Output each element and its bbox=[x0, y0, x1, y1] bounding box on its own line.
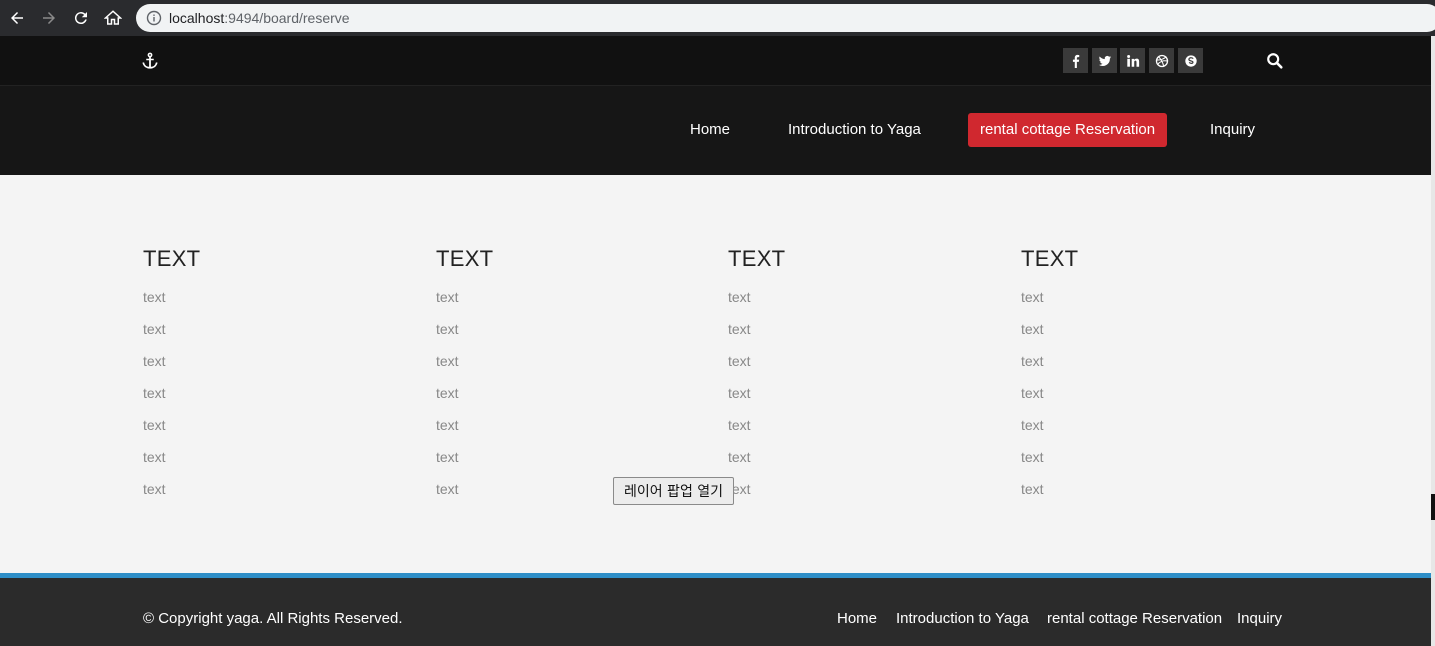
footer-link-home[interactable]: Home bbox=[837, 610, 877, 627]
list-item[interactable]: text bbox=[436, 441, 716, 473]
column-list: text text text text text text text bbox=[436, 281, 716, 505]
dribbble-icon[interactable] bbox=[1149, 48, 1174, 73]
home-button[interactable] bbox=[101, 6, 125, 30]
home-icon bbox=[104, 10, 122, 25]
url-text: localhost:9494/board/reserve bbox=[169, 10, 350, 26]
skype-icon[interactable] bbox=[1178, 48, 1203, 73]
column-title: TEXT bbox=[143, 246, 201, 271]
column-list: text text text text text text text bbox=[728, 281, 1008, 505]
scrollbar-edge bbox=[1431, 36, 1435, 646]
main-header: Home Introduction to Yaga rental cottage… bbox=[0, 86, 1431, 175]
list-item[interactable]: text bbox=[728, 313, 1008, 345]
facebook-icon[interactable] bbox=[1063, 48, 1088, 73]
edge-marker bbox=[1431, 494, 1435, 520]
url-host: localhost bbox=[169, 10, 225, 26]
back-button[interactable] bbox=[5, 6, 29, 30]
list-item[interactable]: text bbox=[1021, 313, 1301, 345]
list-item[interactable]: text bbox=[728, 473, 1008, 505]
arrow-right-icon bbox=[43, 12, 55, 24]
list-item[interactable]: text bbox=[1021, 345, 1301, 377]
list-item[interactable]: text bbox=[143, 377, 423, 409]
list-item[interactable]: text bbox=[1021, 441, 1301, 473]
column-title: TEXT bbox=[436, 246, 494, 271]
list-item[interactable]: text bbox=[143, 345, 423, 377]
nav-item-home[interactable]: Home bbox=[690, 113, 730, 147]
nav-item-reservation[interactable]: rental cottage Reservation bbox=[968, 113, 1168, 147]
forward-button[interactable] bbox=[37, 6, 61, 30]
list-item[interactable]: text bbox=[728, 441, 1008, 473]
footer: © Copyright yaga. All Rights Reserved. H… bbox=[0, 578, 1431, 646]
text-column: TEXT text text text text text text text bbox=[143, 245, 423, 505]
list-item[interactable]: text bbox=[143, 441, 423, 473]
list-item[interactable]: text bbox=[143, 281, 423, 313]
list-item[interactable]: text bbox=[143, 409, 423, 441]
list-item[interactable]: text bbox=[436, 377, 716, 409]
list-item[interactable]: text bbox=[143, 313, 423, 345]
list-item[interactable]: text bbox=[1021, 281, 1301, 313]
open-layer-popup-button[interactable]: 레이어 팝업 열기 bbox=[613, 477, 734, 505]
list-item[interactable]: text bbox=[728, 345, 1008, 377]
browser-toolbar: localhost:9494/board/reserve bbox=[0, 0, 1435, 36]
column-list: text text text text text text text bbox=[1021, 281, 1301, 505]
footer-link-introduction[interactable]: Introduction to Yaga bbox=[896, 610, 1029, 627]
reload-button[interactable] bbox=[69, 6, 93, 30]
footer-link-inquiry[interactable]: Inquiry bbox=[1237, 610, 1282, 627]
copyright-text: © Copyright yaga. All Rights Reserved. bbox=[143, 610, 403, 627]
list-item[interactable]: text bbox=[728, 281, 1008, 313]
list-item[interactable]: text bbox=[436, 345, 716, 377]
list-item[interactable]: text bbox=[143, 473, 423, 505]
footer-link-reservation[interactable]: rental cottage Reservation bbox=[1047, 610, 1222, 627]
list-item[interactable]: text bbox=[436, 281, 716, 313]
list-item[interactable]: text bbox=[728, 377, 1008, 409]
text-column: TEXT text text text text text text text bbox=[728, 245, 1008, 505]
text-column: TEXT text text text text text text text bbox=[436, 245, 716, 505]
column-title: TEXT bbox=[1021, 246, 1079, 271]
list-item[interactable]: text bbox=[1021, 377, 1301, 409]
column-list: text text text text text text text bbox=[143, 281, 423, 505]
main-content: TEXT text text text text text text text … bbox=[0, 175, 1431, 573]
twitter-icon[interactable] bbox=[1092, 48, 1117, 73]
nav-item-introduction[interactable]: Introduction to Yaga bbox=[788, 113, 921, 147]
url-path: :9494/board/reserve bbox=[224, 10, 350, 26]
search-icon[interactable] bbox=[1266, 52, 1284, 70]
list-item[interactable]: text bbox=[1021, 409, 1301, 441]
linkedin-icon[interactable] bbox=[1120, 48, 1145, 73]
list-item[interactable]: text bbox=[728, 409, 1008, 441]
list-item[interactable]: text bbox=[1021, 473, 1301, 505]
site-topbar bbox=[0, 36, 1431, 86]
arrow-left-icon bbox=[11, 12, 23, 24]
text-column: TEXT text text text text text text text bbox=[1021, 245, 1301, 505]
address-bar[interactable]: localhost:9494/board/reserve bbox=[136, 4, 1435, 32]
nav-item-inquiry[interactable]: Inquiry bbox=[1210, 113, 1255, 147]
list-item[interactable]: text bbox=[436, 409, 716, 441]
column-title: TEXT bbox=[728, 246, 786, 271]
reload-icon bbox=[74, 12, 87, 25]
info-icon bbox=[146, 10, 162, 26]
anchor-icon[interactable] bbox=[141, 52, 159, 70]
list-item[interactable]: text bbox=[436, 313, 716, 345]
